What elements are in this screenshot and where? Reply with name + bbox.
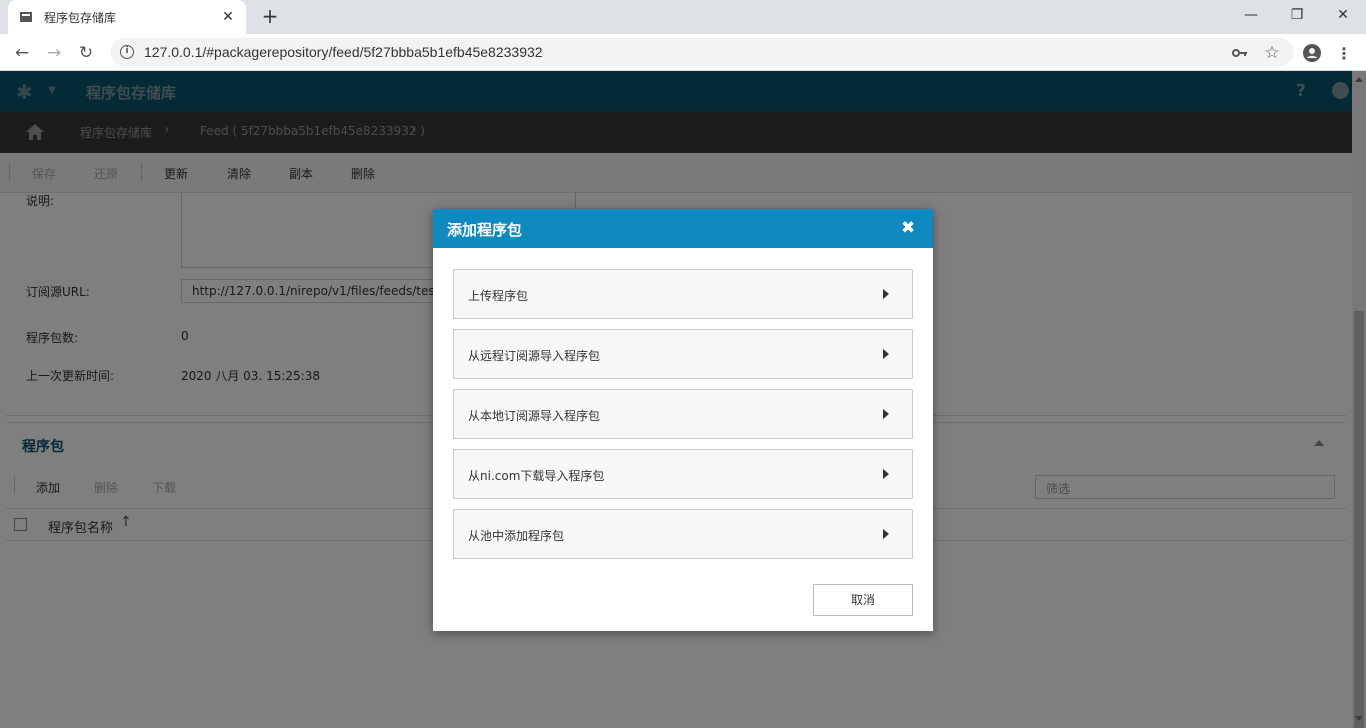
- minimize-icon[interactable]: —: [1228, 0, 1274, 30]
- profile-icon[interactable]: [1298, 39, 1326, 67]
- option-label: 从池中添加程序包: [468, 529, 565, 543]
- option-label: 从ni.com下载导入程序包: [468, 469, 605, 483]
- option-import-remote-feed[interactable]: 从远程订阅源导入程序包: [453, 329, 913, 379]
- chevron-right-icon: [883, 529, 889, 539]
- back-icon[interactable]: ←: [8, 39, 36, 67]
- chevron-right-icon: [883, 469, 889, 479]
- chevron-right-icon: [883, 409, 889, 419]
- url-input[interactable]: i 127.0.0.1/#packagerepository/feed/5f27…: [110, 38, 1294, 66]
- browser-tab[interactable]: 程序包存储库 ✕: [8, 0, 246, 34]
- option-add-from-pool[interactable]: 从池中添加程序包: [453, 509, 913, 559]
- tab-title: 程序包存储库: [44, 10, 117, 25]
- reload-icon[interactable]: ↻: [72, 39, 100, 67]
- restore-icon[interactable]: ❐: [1274, 0, 1320, 30]
- page-favicon-icon: [18, 9, 34, 25]
- bookmark-star-icon[interactable]: ☆: [1258, 39, 1286, 67]
- chevron-right-icon: [883, 289, 889, 299]
- option-download-ni-com[interactable]: 从ni.com下载导入程序包: [453, 449, 913, 499]
- dialog-title: 添加程序包: [447, 221, 523, 239]
- new-tab-icon[interactable]: +: [258, 4, 282, 28]
- option-label: 从远程订阅源导入程序包: [468, 349, 601, 363]
- browser-menu-icon[interactable]: ⋮: [1330, 39, 1358, 67]
- url-text: 127.0.0.1/#packagerepository/feed/5f27bb…: [144, 44, 543, 60]
- key-icon[interactable]: [1226, 39, 1254, 67]
- dialog-header: 添加程序包 ✖: [433, 209, 933, 248]
- add-package-dialog: 添加程序包 ✖ 上传程序包 从远程订阅源导入程序包 从本地订阅源导入程序包 从n…: [433, 209, 933, 631]
- option-label: 从本地订阅源导入程序包: [468, 409, 601, 423]
- window-close-icon[interactable]: ✕: [1320, 0, 1366, 30]
- dialog-close-icon[interactable]: ✖: [901, 218, 915, 238]
- option-import-local-feed[interactable]: 从本地订阅源导入程序包: [453, 389, 913, 439]
- browser-tab-bar: 程序包存储库 ✕ + — ❐ ✕: [0, 0, 1366, 34]
- option-label: 上传程序包: [468, 289, 529, 303]
- chevron-right-icon: [883, 349, 889, 359]
- option-upload-package[interactable]: 上传程序包: [453, 269, 913, 319]
- tab-close-icon[interactable]: ✕: [220, 9, 236, 25]
- site-info-icon[interactable]: i: [120, 45, 134, 59]
- address-bar: ← → ↻ i 127.0.0.1/#packagerepository/fee…: [0, 34, 1366, 71]
- forward-icon[interactable]: →: [40, 39, 68, 67]
- cancel-button[interactable]: 取消: [813, 584, 913, 616]
